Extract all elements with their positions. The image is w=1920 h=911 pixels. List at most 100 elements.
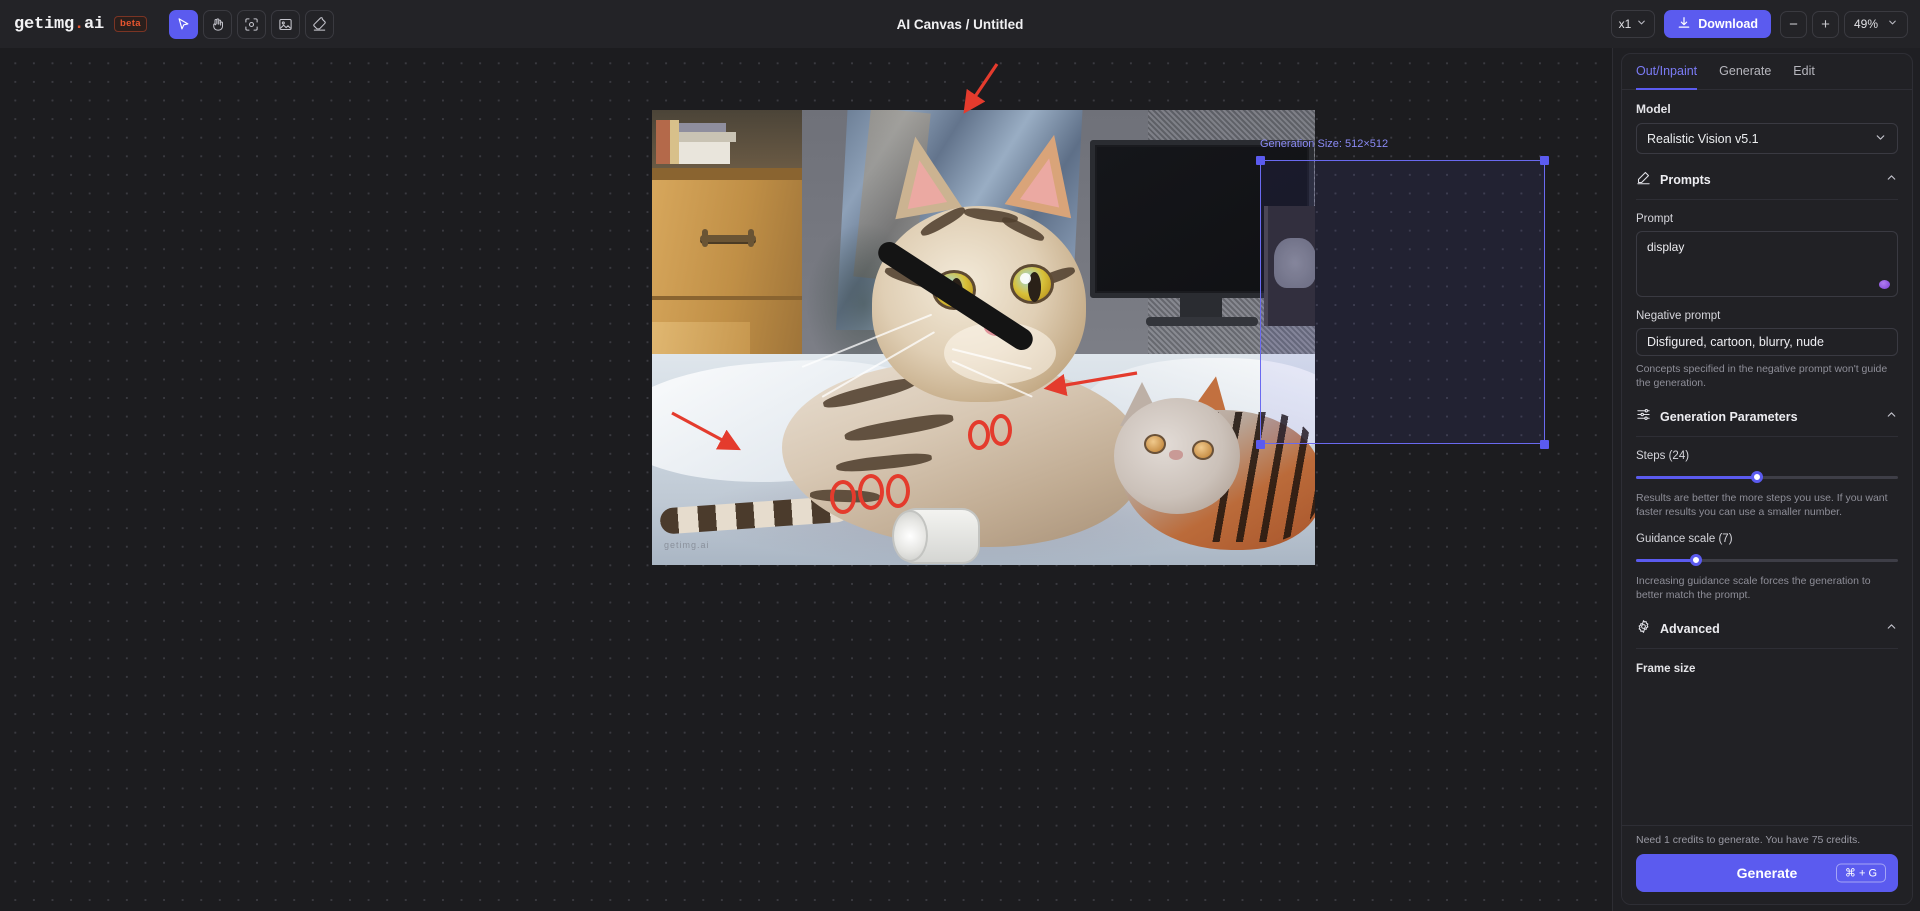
artwork-red-circle-3 <box>886 474 910 508</box>
image-icon <box>278 17 293 32</box>
steps-hint: Results are better the more steps you us… <box>1636 491 1888 519</box>
artwork-paper-roll-end <box>892 510 928 562</box>
download-icon <box>1677 16 1691 33</box>
zoom-controls: − + 49% <box>1779 10 1908 38</box>
chevron-up-icon <box>1885 171 1898 189</box>
frame-select-icon <box>244 17 259 32</box>
advanced-section-title: Advanced <box>1660 621 1720 636</box>
advanced-section-header[interactable]: Advanced <box>1636 619 1898 649</box>
eraser-icon <box>312 16 327 32</box>
model-select[interactable]: Realistic Vision v5.1 <box>1636 123 1898 154</box>
frame-size-label: Frame size <box>1636 662 1696 675</box>
generation-frame[interactable] <box>1260 160 1545 444</box>
artwork-dresser-line <box>652 296 802 300</box>
zoom-level-value: 49% <box>1853 17 1878 31</box>
generation-size-label: Generation Size: 512×512 <box>1260 138 1389 150</box>
generation-frame-handle-bottom-left[interactable] <box>1256 440 1265 449</box>
guidance-scale-slider[interactable] <box>1636 552 1898 568</box>
tool-group <box>168 9 334 39</box>
generate-button[interactable]: Generate ⌘ + G <box>1636 854 1898 892</box>
guidance-slider-fill <box>1636 558 1697 562</box>
scale-select[interactable]: x1 <box>1610 10 1656 38</box>
negative-prompt-label: Negative prompt <box>1636 310 1721 322</box>
right-panel: Out/Inpaint Generate Edit Model Realisti… <box>1612 48 1920 911</box>
steps-slider-knob[interactable] <box>1750 470 1763 483</box>
generate-shortcut-badge: ⌘ + G <box>1835 863 1886 883</box>
artwork-cat2-eye-right <box>1192 440 1214 460</box>
frame-select-tool-button[interactable] <box>236 9 266 39</box>
generation-parameters-section-header[interactable]: Generation Parameters <box>1636 407 1898 437</box>
steps-slider-fill <box>1636 475 1757 479</box>
download-label: Download <box>1698 17 1758 31</box>
artwork-cat2-nose <box>1169 450 1183 460</box>
artwork-red-circle-1 <box>830 480 856 514</box>
guidance-scale-label: Guidance scale (7) <box>1636 532 1733 545</box>
prompts-section-header[interactable]: Prompts <box>1636 170 1898 200</box>
tab-generate[interactable]: Generate <box>1719 54 1771 90</box>
negative-prompt-hint: Concepts specified in the negative promp… <box>1636 363 1888 390</box>
zoom-out-button[interactable]: − <box>1779 10 1807 38</box>
negative-prompt-input[interactable]: Disfigured, cartoon, blurry, nude <box>1636 328 1898 356</box>
artwork-cat-eye-right <box>1010 264 1054 304</box>
credits-text: Need 1 credits to generate. You have 75 … <box>1636 834 1861 846</box>
select-tool-button[interactable] <box>168 9 198 39</box>
model-label: Model <box>1636 102 1671 116</box>
model-value: Realistic Vision v5.1 <box>1647 131 1759 146</box>
brand-name-dot: . <box>74 14 85 34</box>
brand-name-suffix: ai <box>84 14 105 34</box>
panel-tabs: Out/Inpaint Generate Edit <box>1622 54 1912 90</box>
prompts-section-title: Prompts <box>1660 173 1711 187</box>
topbar-right-group: x1 Download − + 49% <box>1610 0 1908 48</box>
zoom-in-button[interactable]: + <box>1811 10 1839 38</box>
panel-footer: Need 1 credits to generate. You have 75 … <box>1622 825 1912 904</box>
generation-frame-handle-bottom-right[interactable] <box>1540 440 1549 449</box>
generated-image[interactable]: getimg.ai <box>652 110 1315 565</box>
generation-parameters-section-title: Generation Parameters <box>1660 409 1798 424</box>
generate-button-label: Generate <box>1736 865 1798 881</box>
guidance-slider-knob[interactable] <box>1690 553 1703 566</box>
canvas-workspace[interactable]: getimg.ai Generation Size: 512×512 <box>0 48 1612 911</box>
artwork-cat2-eye-left <box>1144 434 1166 454</box>
brand-name: getimg.ai <box>14 15 104 34</box>
generation-frame-handle-top-left[interactable] <box>1256 156 1265 165</box>
panel-content: Model Realistic Vision v5.1 Prompts Prom… <box>1622 90 1912 825</box>
artwork-red-circle-4 <box>968 420 990 450</box>
prompt-input[interactable]: display <box>1636 231 1898 297</box>
brand-name-prefix: getimg <box>14 14 75 34</box>
top-toolbar: getimg.ai beta AI Canvas / Untitled x1 D… <box>0 0 1920 48</box>
prompt-value: display <box>1647 240 1685 254</box>
pan-tool-button[interactable] <box>202 9 232 39</box>
steps-slider[interactable] <box>1636 469 1898 485</box>
artwork-cat-ear-left <box>881 130 963 220</box>
prompt-label: Prompt <box>1636 213 1674 225</box>
scale-value: x1 <box>1618 17 1632 31</box>
image-tool-button[interactable] <box>270 9 300 39</box>
artwork-monitor-base <box>1146 317 1258 326</box>
beta-badge: beta <box>114 16 147 32</box>
artwork-watermark: getimg.ai <box>664 540 710 550</box>
pencil-icon <box>1636 170 1651 190</box>
artwork-red-circle-5 <box>990 414 1012 446</box>
chevron-up-icon <box>1885 620 1898 638</box>
chevron-up-icon <box>1885 408 1898 426</box>
artwork-red-circle-2 <box>858 474 884 510</box>
negative-prompt-value: Disfigured, cartoon, blurry, nude <box>1647 335 1824 349</box>
tab-out-inpaint[interactable]: Out/Inpaint <box>1636 54 1698 90</box>
cursor-icon <box>176 17 191 32</box>
zoom-level-select[interactable]: 49% <box>1843 10 1908 38</box>
panel-container: Out/Inpaint Generate Edit Model Realisti… <box>1621 53 1913 905</box>
gear-icon <box>1636 619 1651 639</box>
brand-logo[interactable]: getimg.ai beta <box>0 15 147 34</box>
hand-icon <box>210 17 225 32</box>
eraser-tool-button[interactable] <box>304 9 334 39</box>
tab-edit[interactable]: Edit <box>1793 54 1815 90</box>
generation-frame-handle-top-right[interactable] <box>1540 156 1549 165</box>
guidance-scale-hint: Increasing guidance scale forces the gen… <box>1636 574 1871 602</box>
artwork-dresser-top <box>652 168 802 180</box>
chevron-down-icon <box>1887 17 1898 31</box>
prompt-resize-handle[interactable] <box>1879 280 1890 289</box>
chevron-down-icon <box>1636 17 1647 31</box>
artwork-shelf <box>652 110 802 168</box>
sliders-icon <box>1636 407 1651 427</box>
download-button[interactable]: Download <box>1664 10 1771 38</box>
